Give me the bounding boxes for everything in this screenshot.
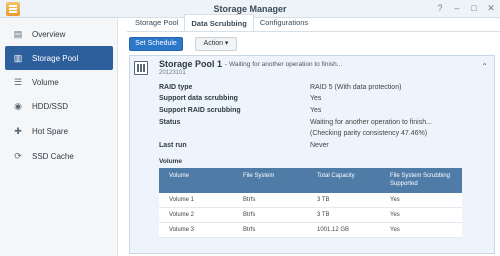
pool-name: Storage Pool 1 <box>159 59 223 69</box>
support-data-scrubbing-value: Yes <box>310 95 322 102</box>
sidebar-item-label: Hot Spare <box>32 126 69 136</box>
support-raid-scrubbing-value: Yes <box>310 107 322 114</box>
volume-icon: ☰ <box>13 76 23 87</box>
sidebar-item-ssd-cache[interactable]: ⟳ SSD Cache <box>5 144 113 168</box>
sidebar-item-hot-spare[interactable]: ✚ Hot Spare <box>5 119 113 143</box>
tab-bar: Storage Pool Data Scrubbing Configuratio… <box>129 14 314 32</box>
tab-data-scrubbing[interactable]: Data Scrubbing <box>184 14 254 32</box>
status-label: Status <box>159 119 181 126</box>
volume-table-header: Volume File System Total Capacity File S… <box>159 168 462 193</box>
table-row[interactable]: Volume 3 Btrfs 1001.12 GB Yes <box>159 223 462 238</box>
volume-section-heading: Volume <box>159 158 182 165</box>
sidebar-item-label: HDD/SSD <box>32 101 69 111</box>
last-run-label: Last run <box>159 142 187 149</box>
window-controls: ? – □ ✕ <box>435 3 496 14</box>
window-title: Storage Manager <box>213 4 287 14</box>
maximize-icon[interactable]: □ <box>469 3 479 14</box>
sidebar-item-label: Volume <box>32 77 59 87</box>
cell-volume: Volume 2 <box>169 212 195 218</box>
overview-icon: ▤ <box>13 28 23 39</box>
sidebar-item-storage-pool[interactable]: ▥ Storage Pool <box>5 46 113 70</box>
sidebar-item-overview[interactable]: ▤ Overview <box>5 22 113 46</box>
collapse-chevron-icon[interactable]: ⌃ <box>481 62 488 71</box>
cell-scrubbing-supported: Yes <box>390 212 400 218</box>
storage-pool-icon: ▥ <box>13 52 23 63</box>
raid-type-value: RAID 5 (With data protection) <box>310 84 402 91</box>
sidebar-item-hdd-ssd[interactable]: ◉ HDD/SSD <box>5 94 113 118</box>
disk-icon: ◉ <box>14 100 22 111</box>
column-header-volume[interactable]: Volume <box>169 172 189 180</box>
sidebar-item-label: Storage Pool <box>32 53 79 63</box>
column-header-file-system[interactable]: File System <box>243 172 274 180</box>
column-header-total-capacity[interactable]: Total Capacity <box>317 172 355 180</box>
tab-storage-pool[interactable]: Storage Pool <box>129 14 184 32</box>
last-run-value: Never <box>310 142 329 149</box>
cell-scrubbing-supported: Yes <box>390 197 400 203</box>
table-row[interactable]: Volume 2 Btrfs 3 TB Yes <box>159 208 462 223</box>
sidebar: ▤ Overview ▥ Storage Pool ☰ Volume ◉ HDD… <box>0 18 118 256</box>
ssd-cache-icon: ⟳ <box>14 150 22 161</box>
action-dropdown-button[interactable]: Action ▾ <box>195 37 237 51</box>
raid-type-label: RAID type <box>159 84 193 91</box>
storage-pool-icon <box>134 61 148 75</box>
close-icon[interactable]: ✕ <box>486 3 496 14</box>
cell-volume: Volume 3 <box>169 227 195 233</box>
cell-scrubbing-supported: Yes <box>390 227 400 233</box>
tab-configurations[interactable]: Configurations <box>254 14 314 32</box>
support-raid-scrubbing-label: Support RAID scrubbing <box>159 107 241 114</box>
table-row[interactable]: Volume 1 Btrfs 3 TB Yes <box>159 193 462 208</box>
sidebar-item-volume[interactable]: ☰ Volume <box>5 70 113 94</box>
pool-status: - Waiting for another operation to finis… <box>225 61 343 68</box>
cell-file-system: Btrfs <box>243 212 256 218</box>
sidebar-item-label: SSD Cache <box>32 151 74 161</box>
cell-file-system: Btrfs <box>243 227 256 233</box>
status-value: Waiting for another operation to finish.… <box>310 119 432 126</box>
help-icon[interactable]: ? <box>435 3 445 14</box>
column-header-scrubbing-supported[interactable]: File System Scrubbing Supported <box>390 172 460 188</box>
minimize-icon[interactable]: – <box>452 3 462 14</box>
cell-file-system: Btrfs <box>243 197 256 203</box>
set-schedule-button[interactable]: Set Schedule <box>129 37 183 51</box>
pool-id: 20123101 <box>159 70 186 76</box>
cell-total-capacity: 1001.12 GB <box>317 227 350 233</box>
cell-total-capacity: 3 TB <box>317 197 330 203</box>
cell-total-capacity: 3 TB <box>317 212 330 218</box>
status-progress-value: (Checking parity consistency 47.46%) <box>310 130 428 137</box>
cell-volume: Volume 1 <box>169 197 195 203</box>
tab-divider <box>127 31 500 32</box>
hot-spare-icon: ✚ <box>14 125 22 136</box>
support-data-scrubbing-label: Support data scrubbing <box>159 95 238 102</box>
storage-pool-panel: Storage Pool 1 - Waiting for another ope… <box>129 55 495 254</box>
sidebar-item-label: Overview <box>32 29 66 39</box>
